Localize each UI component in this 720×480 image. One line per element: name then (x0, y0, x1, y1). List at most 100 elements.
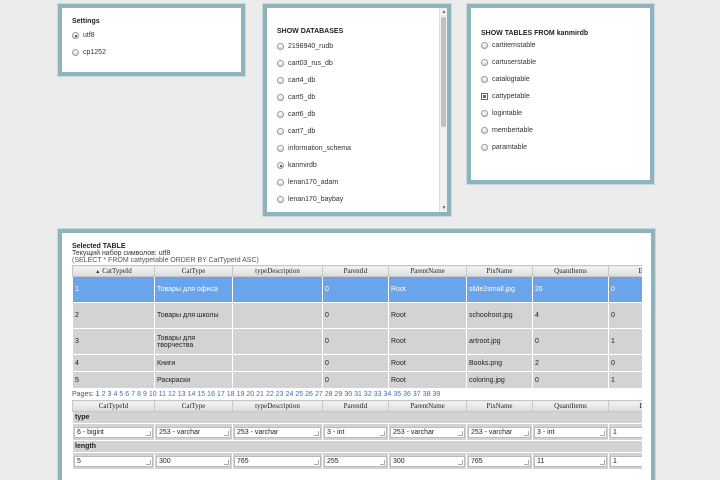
page-link[interactable]: 36 (403, 391, 411, 398)
page-link[interactable]: 17 (217, 391, 225, 398)
page-link[interactable]: 10 (149, 391, 157, 398)
charset-option[interactable]: cp1252 (72, 44, 231, 61)
table-option[interactable]: paramtable (481, 139, 640, 156)
length-textarea[interactable]: 300 (156, 455, 231, 467)
length-textarea[interactable]: 765 (234, 455, 321, 467)
database-option[interactable]: cart5_db (277, 89, 437, 106)
length-textarea[interactable]: 255 (324, 455, 387, 467)
database-option[interactable]: cart03_rus_db (277, 55, 437, 72)
column-header[interactable]: typeDescription (232, 265, 323, 277)
length-textarea[interactable]: 11 (534, 455, 607, 467)
column-header[interactable]: ParentId (322, 265, 389, 277)
page-link[interactable]: 18 (227, 391, 235, 398)
databases-scroll[interactable]: SHOW DATABASES 2198940_rudb cart03_rus_db… (267, 8, 447, 212)
page-link[interactable]: 22 (266, 391, 274, 398)
radio-icon[interactable] (277, 179, 284, 186)
table-row[interactable]: 4 Книги 0 Root Books.png 2 0 (72, 354, 642, 372)
charset-option[interactable]: utf8 (72, 27, 231, 44)
table-option[interactable]: cartuserstable (481, 54, 640, 71)
page-link[interactable]: 5 (119, 391, 123, 398)
radio-icon[interactable] (481, 59, 488, 66)
page-link[interactable]: 7 (131, 391, 135, 398)
radio-icon[interactable] (481, 42, 488, 49)
page-link[interactable]: 35 (393, 391, 401, 398)
radio-icon[interactable] (481, 76, 488, 83)
page-link[interactable]: 39 (433, 391, 441, 398)
page-link[interactable]: 4 (113, 391, 117, 398)
radio-selected-icon[interactable] (481, 93, 488, 100)
table-option[interactable]: membertable (481, 122, 640, 139)
page-link[interactable]: 12 (168, 391, 176, 398)
radio-icon[interactable] (277, 196, 284, 203)
length-textarea[interactable]: 765 (468, 455, 531, 467)
database-option[interactable]: lenan170_baybay (277, 191, 437, 208)
length-textarea[interactable]: 300 (390, 455, 465, 467)
page-link[interactable]: 29 (335, 391, 343, 398)
page-link[interactable]: 33 (374, 391, 382, 398)
radio-icon[interactable] (481, 144, 488, 151)
length-textarea[interactable]: 1 (610, 455, 642, 467)
page-link[interactable]: 23 (276, 391, 284, 398)
radio-icon[interactable] (277, 145, 284, 152)
page-link[interactable]: 32 (364, 391, 372, 398)
radio-icon[interactable] (481, 127, 488, 134)
table-row[interactable]: 3 Товары для творчества 0 Root artroot.jpg 0 1 (72, 328, 642, 355)
column-header[interactable]: ParentName (388, 265, 467, 277)
page-link[interactable]: 14 (188, 391, 196, 398)
page-link[interactable]: 34 (384, 391, 392, 398)
page-link[interactable]: 15 (197, 391, 205, 398)
page-link[interactable]: 1 (96, 391, 100, 398)
table-row[interactable]: 5 Раскраски 0 Root coloring.jpg 0 1 (72, 371, 642, 389)
radio-icon[interactable] (277, 111, 284, 118)
database-option[interactable]: cart6_db (277, 106, 437, 123)
page-link[interactable]: 2 (102, 391, 106, 398)
radio-icon[interactable] (72, 49, 79, 56)
radio-selected-icon[interactable] (277, 162, 284, 169)
database-option[interactable]: cart4_db (277, 72, 437, 89)
database-option[interactable]: lenan170_adam (277, 174, 437, 191)
page-link[interactable]: 26 (305, 391, 313, 398)
table-row[interactable]: 2 Товары для школы 0 Root schoolroot.jpg 4 0 (72, 302, 642, 329)
page-link[interactable]: 16 (207, 391, 215, 398)
scroll-down-arrow-icon[interactable]: ▼ (440, 204, 448, 212)
type-textarea[interactable]: 6 - bigint (74, 426, 153, 438)
radio-icon[interactable] (277, 94, 284, 101)
type-textarea[interactable]: 3 - int (324, 426, 387, 438)
table-option[interactable]: logintable (481, 105, 640, 122)
table-row[interactable]: 1 Товары для офиса 0 Root slide2small.jpg 26 0 (72, 276, 642, 303)
type-textarea[interactable]: 253 - varchar (468, 426, 531, 438)
page-link[interactable]: 28 (325, 391, 333, 398)
table-option[interactable]: catalogtable (481, 71, 640, 88)
page-link[interactable]: 38 (423, 391, 431, 398)
column-header[interactable]: QuantItems (532, 265, 609, 277)
scroll-up-arrow-icon[interactable]: ▲ (440, 8, 448, 16)
page-link[interactable]: 31 (354, 391, 362, 398)
type-textarea[interactable]: 253 - varchar (390, 426, 465, 438)
database-option[interactable]: 2198940_rudb (277, 38, 437, 55)
column-header[interactable]: EndSubt (608, 265, 642, 277)
radio-icon[interactable] (277, 77, 284, 84)
page-link[interactable]: 27 (315, 391, 323, 398)
column-header[interactable]: ▲ CatTypeId (72, 265, 155, 277)
type-textarea[interactable]: 253 - varchar (234, 426, 321, 438)
radio-icon[interactable] (277, 43, 284, 50)
page-link[interactable]: 11 (159, 391, 166, 398)
table-option[interactable]: cattypetable (481, 88, 640, 105)
page-link[interactable]: 30 (344, 391, 352, 398)
type-textarea[interactable]: 253 - varchar (156, 426, 231, 438)
type-textarea[interactable]: 3 - int (534, 426, 607, 438)
radio-icon[interactable] (277, 128, 284, 135)
radio-icon[interactable] (481, 110, 488, 117)
page-link[interactable]: 37 (413, 391, 421, 398)
page-link[interactable]: 3 (108, 391, 112, 398)
page-link[interactable]: 21 (256, 391, 264, 398)
column-header[interactable]: CatType (154, 265, 233, 277)
page-link[interactable]: 9 (143, 391, 147, 398)
database-option[interactable]: kanmirdb (277, 157, 437, 174)
type-textarea[interactable]: 1 (610, 426, 642, 438)
page-link[interactable]: 13 (178, 391, 186, 398)
scrollbar-thumb[interactable] (441, 17, 446, 127)
table-option[interactable]: cartitemstable (481, 37, 640, 54)
page-link[interactable]: 24 (286, 391, 294, 398)
page-link[interactable]: 8 (137, 391, 141, 398)
